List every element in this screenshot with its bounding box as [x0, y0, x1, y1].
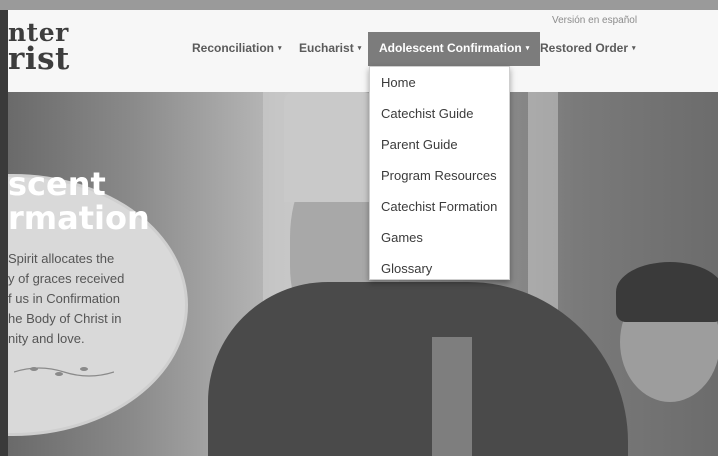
chevron-down-icon: ▾: [278, 45, 282, 53]
chevron-down-icon: ▾: [632, 45, 636, 53]
person-hair: [616, 262, 718, 322]
hero-title: scent rmation: [8, 167, 150, 235]
nav-label: Adolescent Confirmation: [379, 41, 522, 55]
hero-text-line: he Body of Christ in: [8, 311, 122, 326]
nav-label: Restored Order: [540, 41, 629, 55]
screenshot-frame: nter rist Versión en español Reconciliat…: [0, 0, 718, 456]
chevron-down-icon: ▾: [357, 45, 362, 53]
menu-item-catechist-guide[interactable]: Catechist Guide: [370, 98, 509, 129]
nav-restored-order[interactable]: Restored Order ▾: [540, 32, 636, 66]
hero-text-line: nity and love.: [8, 331, 85, 346]
hero-title-line-1: scent: [8, 165, 106, 203]
hero-text-line: Spirit allocates the: [8, 251, 115, 266]
top-border: [0, 0, 718, 10]
hero-description: Spirit allocates the y of graces receive…: [8, 249, 178, 349]
site-header: nter rist Versión en español Reconciliat…: [8, 10, 718, 92]
crozier: [432, 337, 472, 456]
spanish-version-link[interactable]: Versión en español: [552, 15, 637, 26]
menu-item-home[interactable]: Home: [370, 67, 509, 98]
menu-item-program-resources[interactable]: Program Resources: [370, 160, 509, 191]
chevron-down-icon: ▾: [525, 45, 530, 53]
hero-banner: scent rmation Spirit allocates the y of …: [8, 92, 718, 456]
web-page: nter rist Versión en español Reconciliat…: [8, 10, 718, 456]
nav-label: Reconciliation: [192, 41, 275, 55]
menu-item-games[interactable]: Games: [370, 222, 509, 253]
hero-text-line: f us in Confirmation: [8, 291, 120, 306]
main-nav: Reconciliation ▾ Eucharist ▾ Adolescent Co…: [8, 32, 718, 66]
nav-reconciliation[interactable]: Reconciliation ▾: [192, 32, 282, 66]
nav-label: Eucharist: [299, 41, 354, 55]
confirmation-dropdown-menu: Home Catechist Guide Parent Guide Progra…: [369, 66, 510, 280]
menu-item-catechist-formation[interactable]: Catechist Formation: [370, 191, 509, 222]
menu-item-glossary[interactable]: Glossary: [370, 253, 509, 284]
vestments: [208, 282, 628, 456]
vine-ornament-icon: [14, 367, 114, 377]
hero-title-line-2: rmation: [8, 199, 150, 237]
nav-adolescent-confirmation[interactable]: Adolescent Confirmation ▾: [368, 32, 541, 66]
menu-item-parent-guide[interactable]: Parent Guide: [370, 129, 509, 160]
mitre: [284, 92, 374, 202]
nav-eucharist[interactable]: Eucharist ▾: [299, 32, 361, 66]
hero-text-line: y of graces received: [8, 271, 125, 286]
